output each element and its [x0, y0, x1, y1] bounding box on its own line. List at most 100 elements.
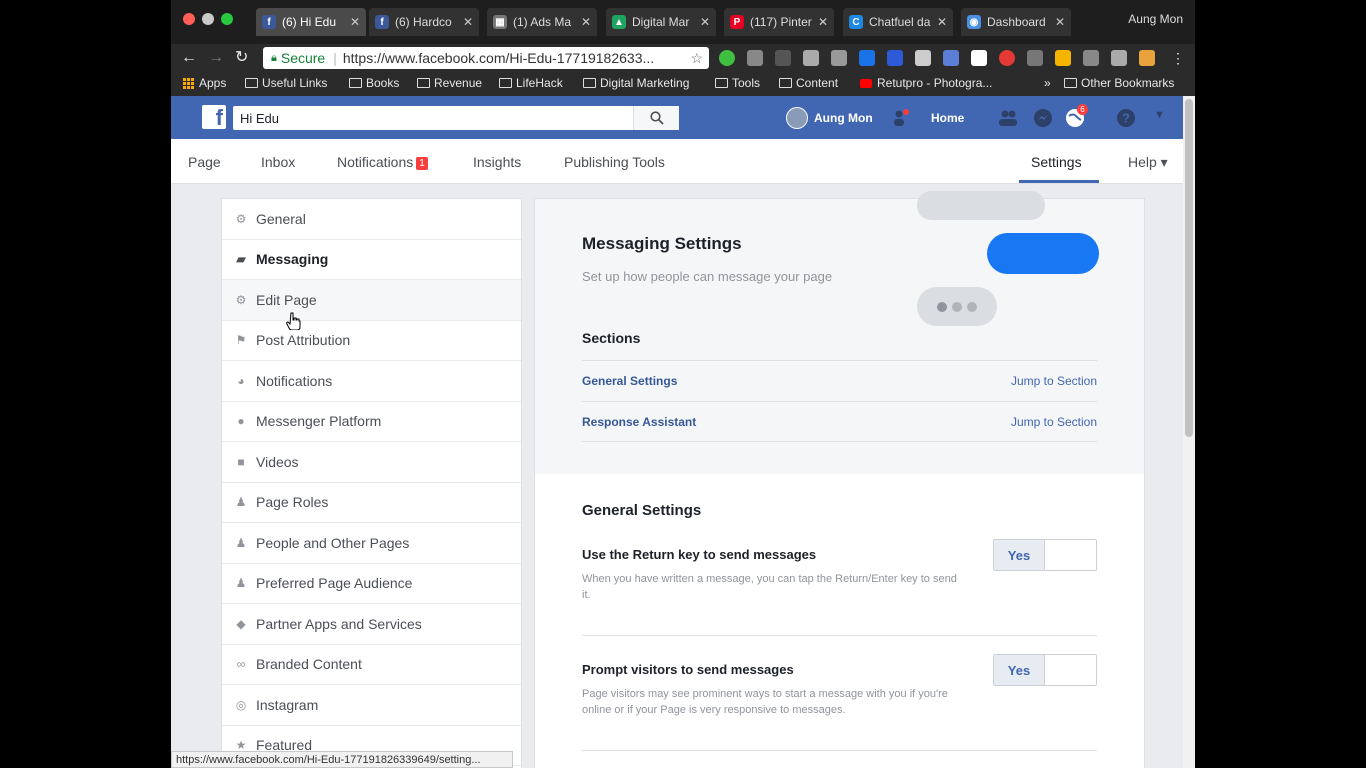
tab-inbox[interactable]: Inbox [261, 154, 295, 170]
return-key-toggle[interactable]: Yes [993, 539, 1097, 571]
facebook-icon[interactable] [1111, 50, 1127, 66]
close-tab-icon[interactable]: ✕ [581, 15, 591, 29]
friend-requests-icon[interactable] [997, 107, 1019, 129]
extension-icon[interactable] [859, 50, 875, 66]
toggle-yes-label[interactable]: Yes [994, 540, 1045, 570]
extension-icon[interactable] [1083, 50, 1099, 66]
avatar[interactable] [786, 107, 808, 129]
sidebar-item-instagram[interactable]: ◎ Instagram [222, 685, 521, 726]
youtube-icon [860, 78, 872, 88]
extension-icon[interactable] [747, 50, 763, 66]
toggle-yes-label[interactable]: Yes [994, 655, 1045, 685]
close-tab-icon[interactable]: ✕ [700, 15, 710, 29]
browser-tab[interactable]: f (6) Hi Edu ✕ [256, 8, 366, 36]
settings-sidebar: ⚙ General ▰ Messaging ⚙ Edit Page ⚑ Post Attrib… [221, 198, 522, 768]
bookmark-item[interactable]: Useful Links [245, 76, 327, 90]
bookmark-item[interactable]: » [1044, 76, 1051, 90]
tab-settings[interactable]: Settings [1031, 154, 1082, 170]
browser-tab[interactable]: f (6) Hardco ✕ [369, 8, 479, 36]
close-tab-icon[interactable]: ✕ [818, 15, 828, 29]
browser-profile-name[interactable]: Aung Mon [1128, 12, 1183, 26]
prompt-visitors-toggle[interactable]: Yes [993, 654, 1097, 686]
window-minimize-button[interactable] [202, 13, 214, 25]
tab-notifications[interactable]: Notifications 1 [337, 154, 428, 170]
close-tab-icon[interactable]: ✕ [463, 15, 473, 29]
bookmark-item[interactable]: Books [349, 76, 399, 90]
create-group-icon[interactable] [891, 107, 913, 129]
bookmark-item[interactable]: LifeHack [499, 76, 563, 90]
tab-page[interactable]: Page [188, 154, 221, 170]
power-icon[interactable] [999, 50, 1015, 66]
window-close-button[interactable] [183, 13, 195, 25]
browser-tab-title: (6) Hi Edu [282, 15, 337, 29]
grammarly-icon[interactable] [719, 50, 735, 66]
section-link-response-assistant[interactable]: Response Assistant [582, 415, 696, 429]
account-menu-caret-icon[interactable]: ▼ [1154, 109, 1165, 121]
notifications-globe[interactable]: 6 [1064, 104, 1088, 129]
home-link[interactable]: Home [931, 111, 964, 125]
close-tab-icon[interactable]: ✕ [937, 15, 947, 29]
bookmark-item[interactable]: Retutpro - Photogra... [860, 76, 992, 90]
bookmark-star-icon[interactable]: ☆ [690, 50, 703, 67]
window-maximize-button[interactable] [221, 13, 233, 25]
forward-arrow-icon[interactable]: → [208, 48, 224, 68]
browser-tab[interactable]: P (117) Pinter ✕ [724, 8, 834, 36]
profile-name-link[interactable]: Aung Mon [814, 111, 873, 125]
extension-icon[interactable] [775, 50, 791, 66]
extension-icon[interactable] [1055, 50, 1071, 66]
browser-tab-title: Digital Mar [632, 15, 690, 29]
bookmark-label: Digital Marketing [600, 76, 690, 90]
extension-icon[interactable] [915, 50, 931, 66]
sidebar-item-messaging[interactable]: ▰ Messaging [222, 240, 521, 280]
screen: f (6) Hi Edu ✕ f (6) Hardco ✕ ▦ (1) Ads Ma ✕ ▲ Dig… [171, 0, 1195, 768]
bookmark-item[interactable]: Other Bookmarks [1064, 76, 1174, 90]
browser-tab[interactable]: ▲ Digital Mar ✕ [606, 8, 716, 36]
bookmark-item[interactable]: Apps [183, 76, 226, 90]
close-tab-icon[interactable]: ✕ [1055, 15, 1065, 29]
chrome-menu-icon[interactable]: ⋮ [1171, 48, 1185, 68]
sidebar-item-preferred-page-audience[interactable]: ♟ Preferred Page Audience [222, 564, 521, 604]
back-arrow-icon[interactable]: ← [181, 48, 197, 68]
download-icon[interactable] [1027, 50, 1043, 66]
sidebar-item-branded-content[interactable]: ∞ Branded Content [222, 645, 521, 685]
tab-publishing-tools[interactable]: Publishing Tools [564, 154, 665, 170]
close-tab-icon[interactable]: ✕ [350, 15, 360, 29]
sidebar-item-messenger-platform[interactable]: ● Messenger Platform [222, 402, 521, 442]
browser-tab[interactable]: ▦ (1) Ads Ma ✕ [487, 8, 597, 36]
extension-icon[interactable] [943, 50, 959, 66]
sidebar-item-edit-page[interactable]: ⚙ Edit Page [222, 280, 521, 321]
bookmark-item[interactable]: Revenue [417, 76, 482, 90]
help-icon[interactable]: ? [1115, 107, 1137, 129]
address-bar[interactable]: 🔒︎ Secure | https://www.facebook.com/Hi-… [263, 47, 709, 69]
bookmark-item[interactable]: Content [779, 76, 838, 90]
jump-to-section-link[interactable]: Jump to Section [1011, 374, 1097, 388]
sidebar-item-page-roles[interactable]: ♟ Page Roles [222, 483, 521, 523]
jump-to-section-link[interactable]: Jump to Section [1011, 415, 1097, 429]
sidebar-item-partner-apps-and-services[interactable]: ◆ Partner Apps and Services [222, 604, 521, 645]
tab-help[interactable]: Help ▾ [1128, 154, 1168, 171]
search-button[interactable] [633, 106, 679, 130]
extension-icon[interactable] [1139, 50, 1155, 66]
sidebar-item-label: Messenger Platform [256, 413, 382, 430]
bookmark-item[interactable]: Digital Marketing [583, 76, 689, 90]
camera-icon[interactable] [831, 50, 847, 66]
messenger-icon[interactable] [1032, 107, 1054, 129]
facebook-logo-icon[interactable]: f [202, 105, 226, 129]
url-text[interactable]: https://www.facebook.com/Hi-Edu-17719182… [343, 50, 685, 66]
sidebar-item-videos[interactable]: ■ Videos [222, 442, 521, 483]
rss-icon[interactable] [803, 50, 819, 66]
sidebar-item-people-and-other-pages[interactable]: ♟ People and Other Pages [222, 523, 521, 564]
sidebar-item-general[interactable]: ⚙ General [222, 199, 521, 240]
reload-icon[interactable]: ↻ [235, 48, 248, 68]
browser-tab[interactable]: ◉ Dashboard ✕ [961, 8, 1071, 36]
facebook-search-input[interactable] [233, 106, 679, 130]
sidebar-item-post-attribution[interactable]: ⚑ Post Attribution [222, 321, 521, 361]
browser-tab[interactable]: C Chatfuel da ✕ [843, 8, 953, 36]
sidebar-item-notifications[interactable]: ◕ Notifications [222, 361, 521, 402]
extension-icon[interactable] [971, 50, 987, 66]
extension-icon[interactable] [887, 50, 903, 66]
section-link-general-settings[interactable]: General Settings [582, 374, 677, 388]
bookmark-item[interactable]: Tools [715, 76, 760, 90]
tab-insights[interactable]: Insights [473, 154, 521, 170]
scrollbar-thumb[interactable] [1185, 99, 1193, 437]
